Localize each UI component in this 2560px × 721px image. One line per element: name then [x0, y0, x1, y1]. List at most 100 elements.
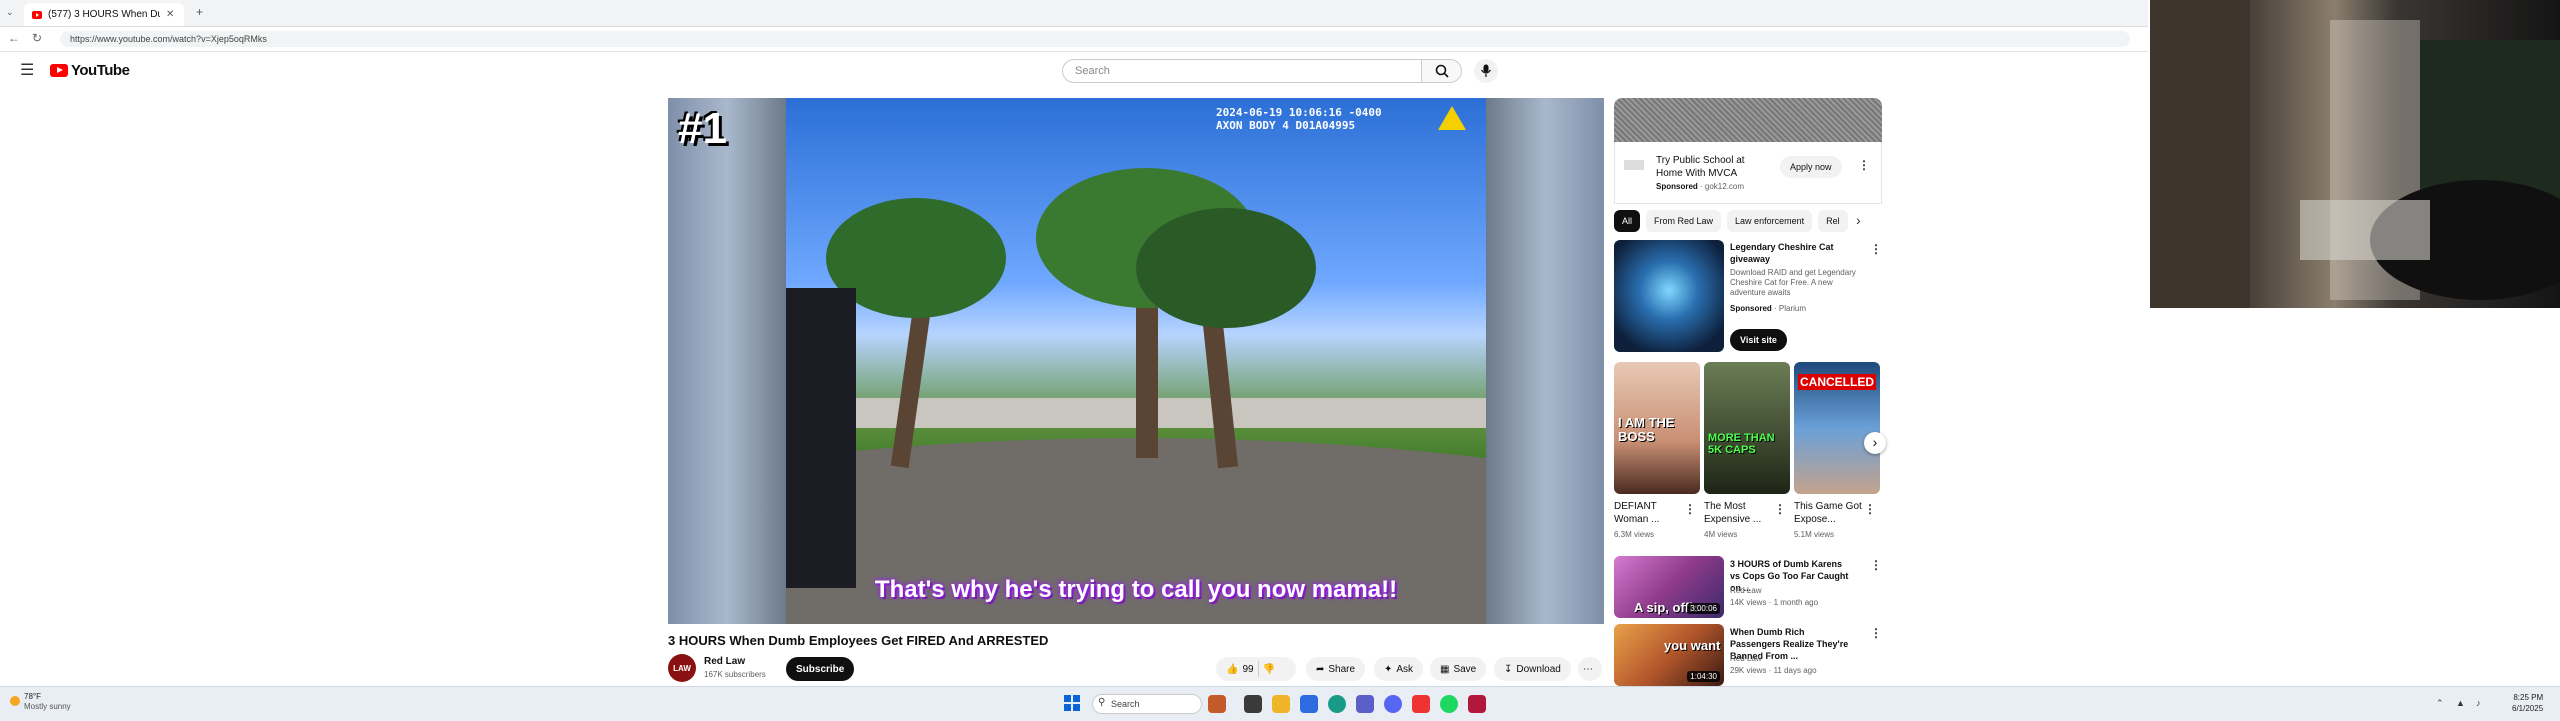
- apply-now-button[interactable]: Apply now: [1780, 156, 1842, 178]
- youtube-logo[interactable]: YouTube: [50, 62, 130, 79]
- search-button[interactable]: [1422, 59, 1462, 83]
- game-launcher-icon[interactable]: [1412, 695, 1430, 713]
- short-views-2: 4M views: [1704, 530, 1738, 539]
- tab-title: (577) 3 HOURS When Dumb E...: [48, 9, 160, 20]
- bookmark-icon: ▦: [1440, 663, 1450, 675]
- short-title-3[interactable]: This Game Got Expose...: [1794, 500, 1864, 526]
- task-view-icon[interactable]: [1244, 695, 1262, 713]
- volume-icon[interactable]: ♪: [2476, 698, 2481, 708]
- edge-browser-icon[interactable]: [1328, 695, 1346, 713]
- ask-label: Ask: [1396, 663, 1414, 675]
- video-title: 3 HOURS When Dumb Employees Get FIRED An…: [668, 633, 1049, 648]
- taskbar-search[interactable]: ⚲ Search: [1092, 694, 1202, 714]
- channel-avatar-text: LAW: [673, 663, 691, 673]
- video-caption: That's why he's trying to call you now m…: [874, 576, 1398, 603]
- back-arrow-icon[interactable]: ←: [8, 31, 20, 45]
- close-tab-icon[interactable]: ✕: [166, 9, 174, 20]
- related-channel-1[interactable]: Red Law: [1730, 586, 1762, 595]
- chip-from-red-law[interactable]: From Red Law: [1646, 210, 1722, 232]
- taskbar-search-icon: ⚲: [1098, 697, 1106, 708]
- file-explorer-icon[interactable]: [1272, 695, 1290, 713]
- obs-studio-icon[interactable]: [1468, 695, 1486, 713]
- menu-hamburger-icon[interactable]: ☰: [20, 60, 34, 80]
- short-thumbnail-2[interactable]: MORE THAN 5K CAPS: [1704, 362, 1790, 494]
- windows-logo-icon: [1064, 695, 1080, 711]
- player-blur-right: [1486, 98, 1604, 624]
- like-button[interactable]: 👍 99: [1226, 664, 1254, 675]
- search-icon: [1435, 64, 1449, 78]
- short-thumbnail-3[interactable]: CANCELLED: [1794, 362, 1880, 494]
- teams-icon[interactable]: [1356, 695, 1374, 713]
- player-blur-left: [668, 98, 786, 624]
- channel-name[interactable]: Red Law: [704, 656, 745, 667]
- palm-trees-scene: [786, 168, 1486, 624]
- video-player[interactable]: #1 2024-06-19 10:06:16 -0400 AXON BODY 4…: [668, 98, 1604, 624]
- chip-related[interactable]: Rel: [1818, 210, 1848, 232]
- tray-chevron-icon[interactable]: ⌃: [2436, 698, 2444, 709]
- promo-thumbnail[interactable]: [1614, 240, 1724, 352]
- voice-search-button[interactable]: [1474, 59, 1498, 83]
- subscribe-button[interactable]: Subscribe: [786, 657, 855, 681]
- dislike-button[interactable]: 👎: [1263, 664, 1275, 675]
- taskbar-clock[interactable]: 8:25 PM 6/1/2025: [2512, 692, 2543, 714]
- reload-icon[interactable]: ↻: [32, 31, 42, 45]
- visit-site-button[interactable]: Visit site: [1730, 329, 1787, 351]
- short-thumb-text-3: CANCELLED: [1798, 374, 1876, 390]
- discord-icon[interactable]: [1384, 695, 1402, 713]
- chip-all[interactable]: All: [1614, 210, 1641, 232]
- more-actions-button[interactable]: ⋯: [1578, 657, 1602, 681]
- channel-avatar[interactable]: LAW: [668, 654, 696, 682]
- short-more-icon-1[interactable]: ⋮: [1684, 502, 1696, 516]
- share-arrow-icon: ➦: [1316, 663, 1325, 675]
- sparkle-icon: ✦: [1384, 663, 1393, 675]
- related-more-icon-1[interactable]: ⋮: [1870, 558, 1882, 572]
- youtube-logo-text: YouTube: [71, 62, 130, 79]
- related-more-icon-2[interactable]: ⋮: [1870, 626, 1882, 640]
- like-dislike-group: 👍 99 👎: [1216, 657, 1296, 681]
- start-button[interactable]: [1064, 695, 1080, 711]
- filter-chips: All From Red Law Law enforcement Rel: [1614, 210, 1848, 232]
- thumbs-down-icon: 👎: [1262, 663, 1276, 675]
- chip-law-enforcement[interactable]: Law enforcement: [1727, 210, 1813, 232]
- chevron-right-icon[interactable]: ›: [1856, 212, 1861, 228]
- sun-icon: [10, 696, 20, 706]
- ad-banner-image[interactable]: [1614, 98, 1882, 142]
- url-field[interactable]: https://www.youtube.com/watch?v=Xjep5oqR…: [60, 31, 2130, 47]
- axon-logo-icon: [1438, 106, 1466, 130]
- url-text: https://www.youtube.com/watch?v=Xjep5oqR…: [70, 34, 267, 44]
- promo-more-icon[interactable]: ⋮: [1870, 242, 1882, 256]
- ad-sponsored-label: Sponsored: [1656, 182, 1698, 191]
- related-thumbnail-1[interactable]: A sip, offic 3:00:06: [1614, 556, 1724, 618]
- download-button[interactable]: ↧ Download: [1494, 657, 1571, 681]
- more-dots-icon: ⋯: [1583, 663, 1593, 675]
- new-tab-icon[interactable]: +: [196, 5, 203, 19]
- browser-tab[interactable]: (577) 3 HOURS When Dumb E... ✕: [24, 3, 184, 26]
- tab-list-chevron-icon[interactable]: ⌄: [6, 7, 14, 18]
- network-icon[interactable]: ▲: [2456, 698, 2465, 708]
- promo-description: Download RAID and get Legendary Cheshire…: [1730, 268, 1856, 297]
- bodycam-stamp: 2024-06-19 10:06:16 -0400 AXON BODY 4 D0…: [1216, 106, 1382, 132]
- short-more-icon-3[interactable]: ⋮: [1864, 502, 1876, 516]
- short-thumbnail-1[interactable]: I AM THE BOSS: [1614, 362, 1700, 494]
- weather-widget[interactable]: 78°F Mostly sunny: [10, 692, 71, 712]
- ad-title[interactable]: Try Public School at Home With MVCA: [1656, 154, 1766, 180]
- mail-icon[interactable]: [1300, 695, 1318, 713]
- promo-title[interactable]: Legendary Cheshire Cat giveaway: [1730, 241, 1858, 265]
- short-title-1[interactable]: DEFIANT Woman ...: [1614, 500, 1684, 526]
- ask-button[interactable]: ✦ Ask: [1374, 657, 1424, 681]
- youtube-play-icon: [50, 64, 68, 77]
- related-duration-2: 1:04:30: [1687, 671, 1720, 682]
- search-input[interactable]: Search: [1062, 59, 1422, 83]
- short-more-icon-2[interactable]: ⋮: [1774, 502, 1786, 516]
- spotify-icon[interactable]: [1440, 695, 1458, 713]
- share-label: Share: [1328, 663, 1356, 675]
- short-title-2[interactable]: The Most Expensive ...: [1704, 500, 1774, 526]
- taskbar-widget-icon[interactable]: [1208, 695, 1226, 713]
- related-channel-2[interactable]: Red Law: [1730, 654, 1762, 663]
- save-button[interactable]: ▦ Save: [1430, 657, 1487, 681]
- related-thumbnail-2[interactable]: you want 1:04:30: [1614, 624, 1724, 686]
- save-label: Save: [1453, 663, 1477, 675]
- share-button[interactable]: ➦ Share: [1306, 657, 1366, 681]
- shorts-next-chevron-icon[interactable]: ›: [1864, 432, 1886, 454]
- ad-more-icon[interactable]: ⋮: [1858, 158, 1870, 172]
